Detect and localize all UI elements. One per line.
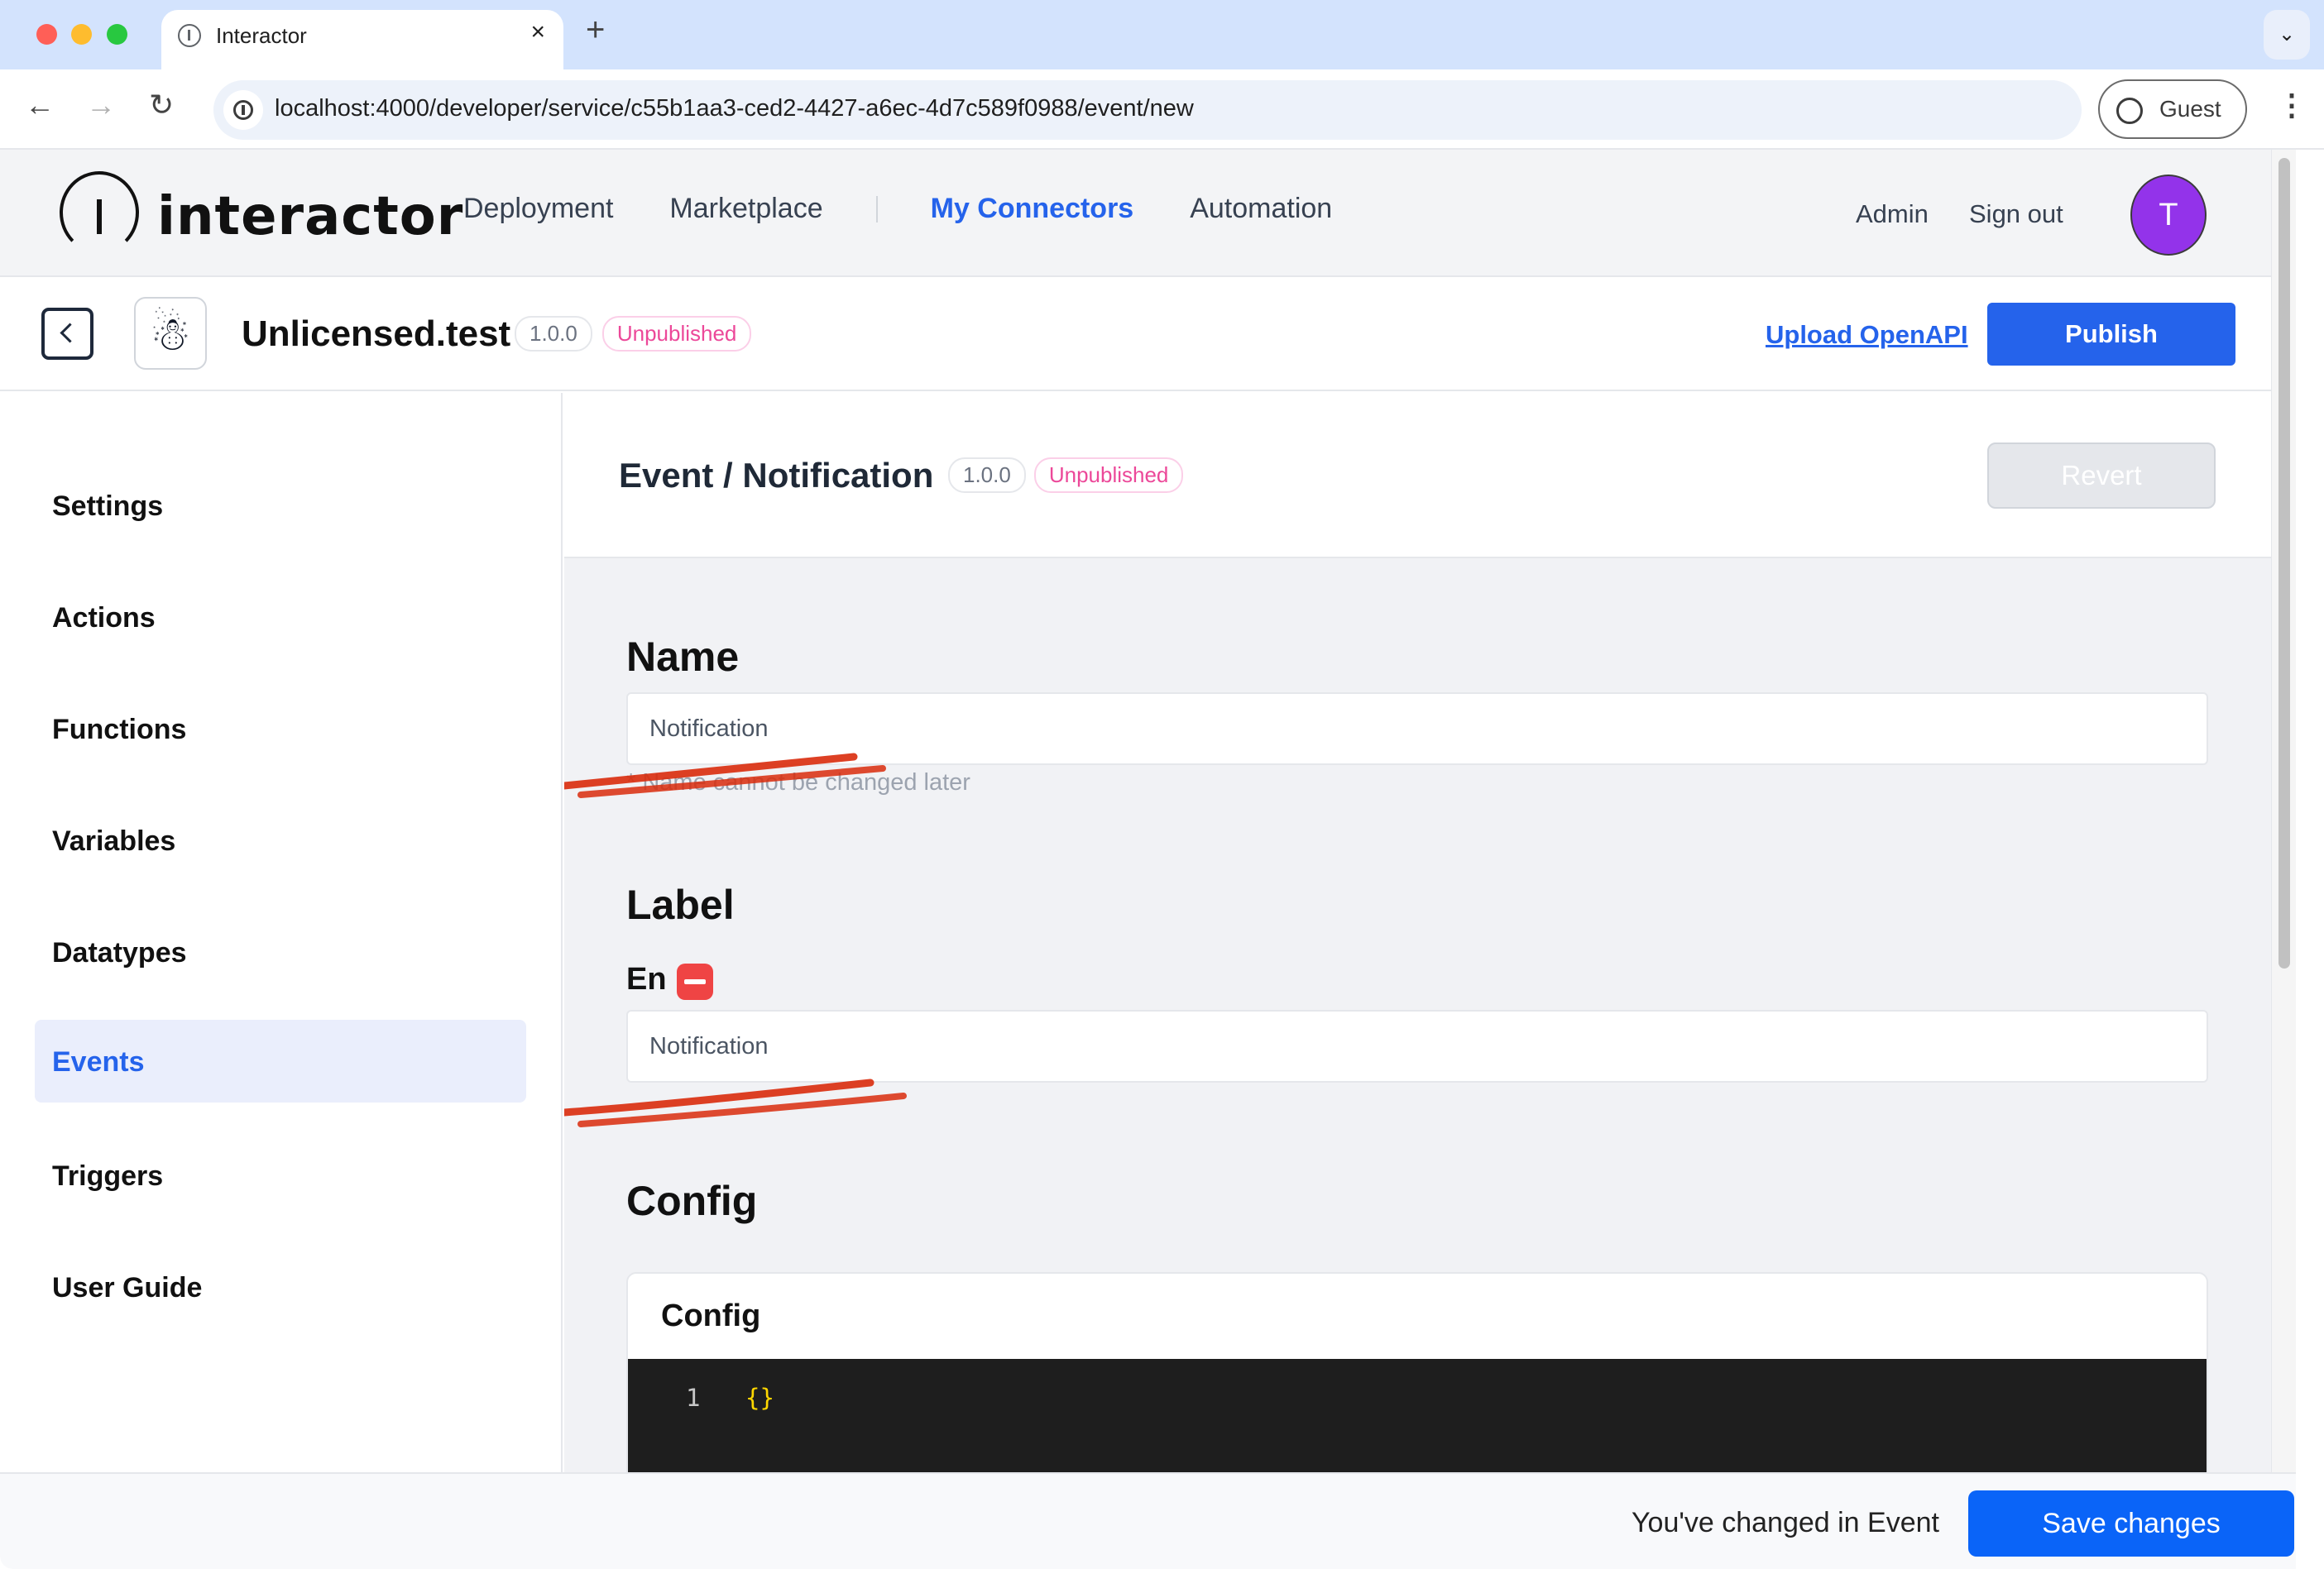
- app-header: interactor Deployment Marketplace My Con…: [0, 150, 2271, 277]
- reload-icon[interactable]: ↻: [149, 88, 174, 122]
- sidebar-item-label: Triggers: [52, 1160, 164, 1192]
- window-close-button[interactable]: [36, 24, 57, 45]
- nav-deployment[interactable]: Deployment: [463, 193, 613, 225]
- forward-arrow-icon[interactable]: →: [86, 88, 116, 122]
- line-number: 1: [686, 1384, 701, 1412]
- profile-button[interactable]: Guest: [2098, 79, 2247, 139]
- sidebar-item-label: Settings: [52, 490, 164, 522]
- page-scrollbar[interactable]: [2271, 150, 2296, 1473]
- event-status-badge: Unpublished: [1033, 457, 1184, 493]
- avatar[interactable]: T: [2130, 175, 2207, 256]
- breadcrumb-current: Notification: [742, 456, 934, 495]
- upload-openapi-link[interactable]: Upload OpenAPI: [1766, 320, 1968, 350]
- admin-link[interactable]: Admin: [1856, 199, 1929, 229]
- config-card: Config 1 {}: [626, 1272, 2208, 1472]
- sidebar-item-events[interactable]: Events: [35, 1020, 526, 1103]
- logo-mark-icon: [60, 171, 139, 254]
- browser-tab-strip: Interactor × + ⌄: [0, 0, 2324, 69]
- url-text[interactable]: localhost:4000/developer/service/c55b1aa…: [275, 95, 1194, 122]
- publish-button[interactable]: Publish: [1987, 303, 2235, 366]
- sidebar-item-label: Datatypes: [52, 937, 187, 969]
- label-input[interactable]: [626, 1010, 2208, 1083]
- chevron-down-icon: ⌄: [2278, 23, 2296, 45]
- sidebar-item-label: User Guide: [52, 1272, 203, 1304]
- sidebar-item-user-guide[interactable]: User Guide: [35, 1246, 526, 1328]
- breadcrumb: Event / Notification: [619, 456, 933, 495]
- main-nav: Deployment Marketplace My Connectors Aut…: [463, 193, 1388, 225]
- breadcrumb-separator: /: [723, 456, 733, 495]
- sidebar: Settings Actions Functions Variables Dat…: [0, 393, 563, 1472]
- event-header: Event / Notification 1.0.0 Unpublished R…: [564, 393, 2271, 558]
- code-line[interactable]: {}: [745, 1384, 774, 1412]
- sign-out-link[interactable]: Sign out: [1969, 199, 2063, 229]
- tab-search-button[interactable]: ⌄: [2264, 10, 2310, 60]
- nav-marketplace[interactable]: Marketplace: [669, 193, 822, 225]
- browser-toolbar: ← → ↻ localhost:4000/developer/service/c…: [0, 69, 2324, 150]
- status-badge: Unpublished: [601, 316, 752, 352]
- tab-title: Interactor: [216, 23, 307, 48]
- label-section-title: Label: [626, 882, 735, 928]
- revert-button[interactable]: Revert: [1987, 442, 2216, 509]
- sidebar-item-triggers[interactable]: Triggers: [35, 1134, 526, 1217]
- browser-tab[interactable]: Interactor ×: [161, 10, 563, 69]
- browser-menu-icon[interactable]: ⋮: [2277, 88, 2307, 122]
- sidebar-item-label: Events: [52, 1046, 145, 1078]
- scrollbar-thumb[interactable]: [2278, 158, 2290, 969]
- address-bar[interactable]: localhost:4000/developer/service/c55b1aa…: [213, 80, 2082, 140]
- window-maximize-button[interactable]: [107, 24, 127, 45]
- name-input[interactable]: [626, 692, 2208, 765]
- sidebar-item-actions[interactable]: Actions: [35, 576, 526, 658]
- config-card-title: Config: [661, 1299, 761, 1333]
- window-minimize-button[interactable]: [71, 24, 92, 45]
- unsaved-message: You've changed in Event: [1632, 1507, 1939, 1538]
- snowman-icon: ☃: [134, 297, 207, 370]
- sidebar-item-functions[interactable]: Functions: [35, 687, 526, 770]
- sidebar-item-settings[interactable]: Settings: [35, 464, 526, 547]
- site-info-icon[interactable]: [223, 90, 263, 130]
- unsaved-changes-bar: You've changed in Event Save changes: [0, 1472, 2296, 1569]
- breadcrumb-parent[interactable]: Event: [619, 456, 713, 495]
- event-editor: Event / Notification 1.0.0 Unpublished R…: [564, 393, 2271, 1472]
- sidebar-item-datatypes[interactable]: Datatypes: [35, 911, 526, 993]
- user-circle-icon: [2116, 98, 2143, 124]
- connector-bar: ☃ Unlicensed.test 1.0.0 Unpublished Uplo…: [0, 277, 2271, 391]
- info-icon: [178, 24, 201, 47]
- back-arrow-icon[interactable]: ←: [25, 88, 55, 122]
- save-changes-button[interactable]: Save changes: [1968, 1490, 2294, 1557]
- close-tab-icon[interactable]: ×: [530, 18, 545, 46]
- version-badge: 1.0.0: [515, 316, 592, 352]
- back-button[interactable]: [41, 308, 93, 360]
- nav-automation[interactable]: Automation: [1190, 193, 1332, 225]
- sidebar-item-variables[interactable]: Variables: [35, 799, 526, 882]
- connector-name: Unlicensed.test: [242, 313, 511, 354]
- logo-text: interactor: [157, 186, 464, 247]
- new-tab-button[interactable]: +: [586, 13, 605, 46]
- code-editor[interactable]: 1 {}: [628, 1359, 2207, 1472]
- name-hint: * Name cannot be changed later: [626, 769, 970, 796]
- profile-label: Guest: [2159, 96, 2221, 122]
- name-section-title: Name: [626, 634, 740, 680]
- sidebar-item-label: Functions: [52, 714, 187, 745]
- nav-divider: [875, 195, 878, 222]
- sidebar-item-label: Variables: [52, 825, 176, 857]
- config-section-title: Config: [626, 1178, 758, 1224]
- language-label: En: [626, 962, 667, 997]
- remove-language-button[interactable]: [677, 964, 713, 1000]
- sidebar-item-label: Actions: [52, 602, 156, 634]
- nav-my-connectors[interactable]: My Connectors: [931, 193, 1134, 225]
- event-version-badge: 1.0.0: [948, 457, 1026, 493]
